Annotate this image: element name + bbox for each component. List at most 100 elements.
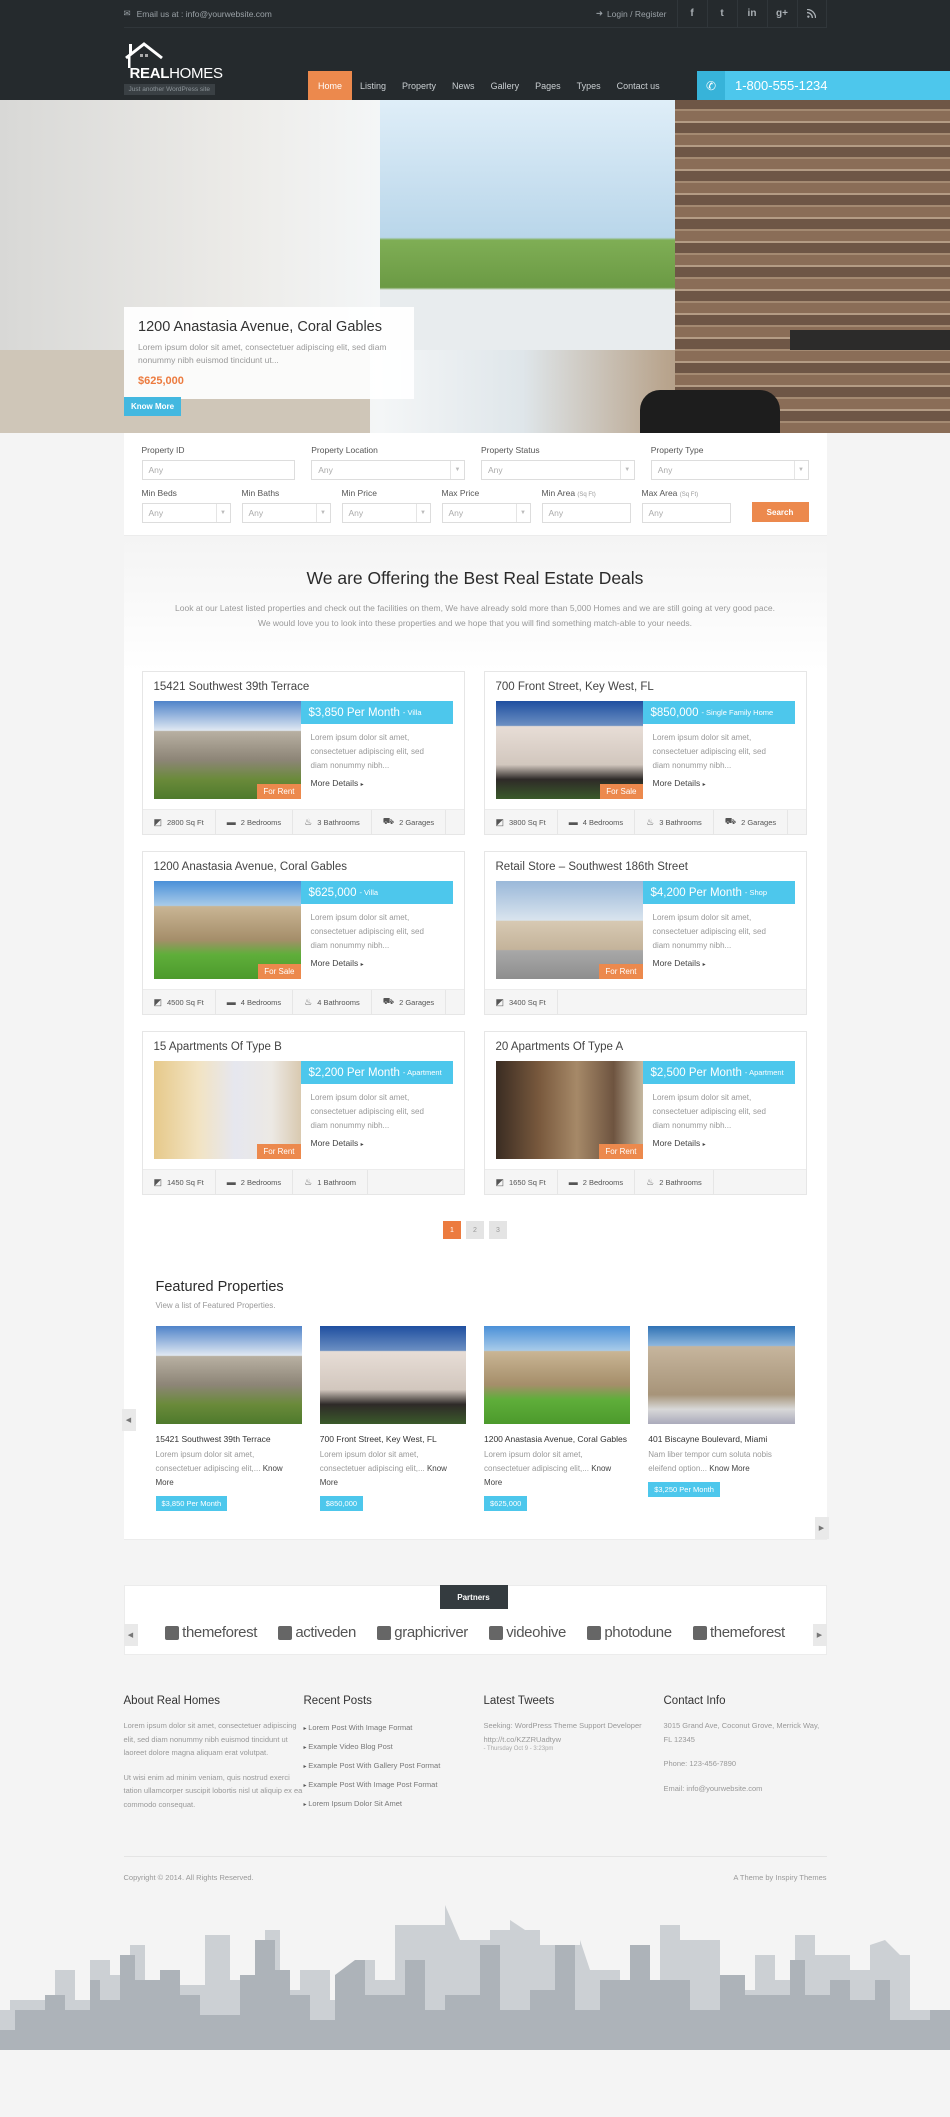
themeforest-icon [165, 1625, 180, 1640]
featured-property-description: Nam liber tempor cum soluta nobis eleife… [648, 1450, 772, 1473]
max-area-placeholder: Any [648, 508, 664, 518]
min-baths-value: Any [248, 508, 264, 518]
max-area-input[interactable]: Any [641, 503, 731, 523]
page-2-button[interactable]: 2 [466, 1221, 484, 1239]
login-register-link[interactable]: ➜ Login / Register [596, 8, 677, 19]
nav-property[interactable]: Property [394, 71, 444, 100]
more-details-link[interactable]: More Details ▸ [643, 953, 795, 968]
more-details-link[interactable]: More Details ▸ [301, 1133, 453, 1148]
recent-post-link[interactable]: Example Video Blog Post [304, 1738, 484, 1757]
featured-property-title[interactable]: 1200 Anastasia Avenue, Coral Gables [484, 1434, 630, 1444]
min-baths-select[interactable]: Any ▼ [241, 503, 331, 523]
chevron-down-icon: ▼ [215, 504, 230, 522]
more-details-link[interactable]: More Details ▸ [643, 1133, 795, 1148]
property-image[interactable]: For Rent [495, 1061, 643, 1159]
max-price-value: Any [448, 508, 464, 518]
property-image[interactable]: For Rent [153, 701, 301, 799]
nav-pages[interactable]: Pages [527, 71, 569, 100]
linkedin-icon[interactable]: in [736, 0, 767, 28]
featured-property-image[interactable] [484, 1326, 631, 1424]
min-price-select[interactable]: Any ▼ [341, 503, 431, 523]
partner-logo-activeden[interactable]: activeden [278, 1624, 356, 1641]
property-meta-item: ◩ 3400 Sq Ft [485, 990, 558, 1014]
min-area-input[interactable]: Any [541, 503, 631, 523]
partner-logo-themeforest-2[interactable]: themeforest [692, 1624, 785, 1641]
max-area-field: Max Area (Sq Ft) Any [641, 488, 731, 523]
twitter-icon[interactable]: t [706, 0, 737, 28]
bathtub-icon: ♨ [646, 1176, 655, 1187]
contact-email[interactable]: Email: info@yourwebsite.com [664, 1782, 827, 1796]
recent-post-link[interactable]: Example Post With Gallery Post Format [304, 1757, 484, 1776]
more-details-link[interactable]: More Details ▸ [643, 773, 795, 788]
chevron-down-icon: ▼ [619, 461, 634, 479]
partner-logo-graphicriver[interactable]: graphicriver [377, 1624, 468, 1641]
phone-banner[interactable]: ✆ 1-800-555-1234 [697, 71, 950, 100]
featured-property-title[interactable]: 401 Biscayne Boulevard, Miami [648, 1434, 794, 1444]
chevron-down-icon: ▼ [450, 461, 464, 479]
more-details-link[interactable]: More Details ▸ [301, 773, 453, 788]
site-logo[interactable]: REALHOMES Just another WordPress site [123, 42, 224, 95]
partner-logo-themeforest[interactable]: themeforest [165, 1624, 257, 1641]
property-image[interactable]: For Rent [153, 1061, 301, 1159]
rss-icon[interactable] [796, 0, 827, 28]
property-title-link[interactable]: 700 Front Street, Key West, FL [485, 672, 806, 701]
partner-logo-videohive[interactable]: videohive [489, 1624, 566, 1641]
photodune-icon [587, 1625, 602, 1640]
nav-news[interactable]: News [444, 71, 483, 100]
nav-contact-us[interactable]: Contact us [609, 71, 668, 100]
property-title-link[interactable]: 15 Apartments Of Type B [143, 1032, 464, 1061]
property-image[interactable]: For Sale [495, 701, 643, 799]
recent-post-link[interactable]: Lorem Ipsum Dolor Sit Amet [304, 1795, 484, 1814]
recent-post-link[interactable]: Example Post With Image Post Format [304, 1776, 484, 1795]
nav-gallery[interactable]: Gallery [483, 71, 528, 100]
property-price: $2,200 Per Month [308, 1066, 400, 1079]
property-id-input[interactable]: Any [141, 460, 296, 480]
footer-recent-posts: Recent Posts Lorem Post With Image Forma… [304, 1695, 484, 1822]
property-image[interactable]: For Rent [495, 881, 643, 979]
recent-post-link[interactable]: Lorem Post With Image Format [304, 1719, 484, 1738]
google-plus-icon[interactable]: g+ [766, 0, 797, 28]
property-title-link[interactable]: 20 Apartments Of Type A [485, 1032, 806, 1061]
property-type-select[interactable]: Any ▼ [650, 460, 809, 480]
property-image[interactable]: For Sale [153, 881, 301, 979]
featured-property-image[interactable] [155, 1326, 302, 1424]
page-1-button[interactable]: 1 [443, 1221, 461, 1239]
featured-property-image[interactable] [648, 1326, 795, 1424]
property-meta-item: ▬ 2 Bedrooms [558, 1170, 636, 1194]
property-listing-grid: 15421 Southwest 39th Terrace For Rent $3… [124, 671, 827, 1195]
property-title-link[interactable]: 1200 Anastasia Avenue, Coral Gables [143, 852, 464, 881]
property-title-link[interactable]: 15421 Southwest 39th Terrace [143, 672, 464, 701]
property-title-link[interactable]: Retail Store – Southwest 186th Street [485, 852, 806, 881]
search-button[interactable]: Search [751, 502, 809, 522]
hero-title: 1200 Anastasia Avenue, Coral Gables [138, 319, 382, 335]
featured-prev-arrow[interactable]: ◀ [121, 1409, 136, 1431]
bathtub-icon: ♨ [304, 1176, 313, 1187]
nav-types[interactable]: Types [569, 71, 609, 100]
max-price-select[interactable]: Any ▼ [441, 503, 531, 523]
nav-listing[interactable]: Listing [352, 71, 394, 100]
partners-next-arrow[interactable]: ▶ [812, 1624, 827, 1646]
bathtub-icon: ♨ [304, 816, 313, 827]
tweet-text[interactable]: Seeking: WordPress Theme Support Develop… [484, 1719, 664, 1746]
featured-property-title[interactable]: 700 Front Street, Key West, FL [320, 1434, 466, 1444]
envelope-icon: ✉ [123, 8, 131, 18]
partner-logo-photodune[interactable]: photodune [587, 1624, 672, 1641]
property-meta-item: ⛟ 2 Garages [714, 810, 789, 834]
theme-credit-link[interactable]: A Theme by Inspiry Themes [733, 1873, 826, 1882]
hero-caption: 1200 Anastasia Avenue, Coral Gables Lore… [124, 307, 414, 399]
facebook-icon[interactable]: f [676, 0, 707, 28]
hero-know-more-button[interactable]: Know More [124, 397, 182, 416]
nav-home[interactable]: Home [308, 71, 353, 100]
more-details-link[interactable]: More Details ▸ [301, 953, 453, 968]
featured-property-title[interactable]: 15421 Southwest 39th Terrace [156, 1434, 302, 1444]
property-price-bar: $850,000- Single Family Home [642, 701, 795, 724]
featured-next-arrow[interactable]: ▶ [814, 1517, 829, 1539]
property-status-select[interactable]: Any ▼ [481, 460, 635, 480]
hero-slider: 1200 Anastasia Avenue, Coral Gables Lore… [0, 100, 950, 433]
min-beds-select[interactable]: Any ▼ [141, 503, 231, 523]
property-location-select[interactable]: Any ▼ [311, 460, 465, 480]
featured-property-image[interactable] [319, 1326, 466, 1424]
property-description: Lorem ipsum dolor sit amet, consectetuer… [652, 733, 766, 770]
know-more-link[interactable]: Know More [709, 1464, 749, 1473]
page-3-button[interactable]: 3 [489, 1221, 507, 1239]
